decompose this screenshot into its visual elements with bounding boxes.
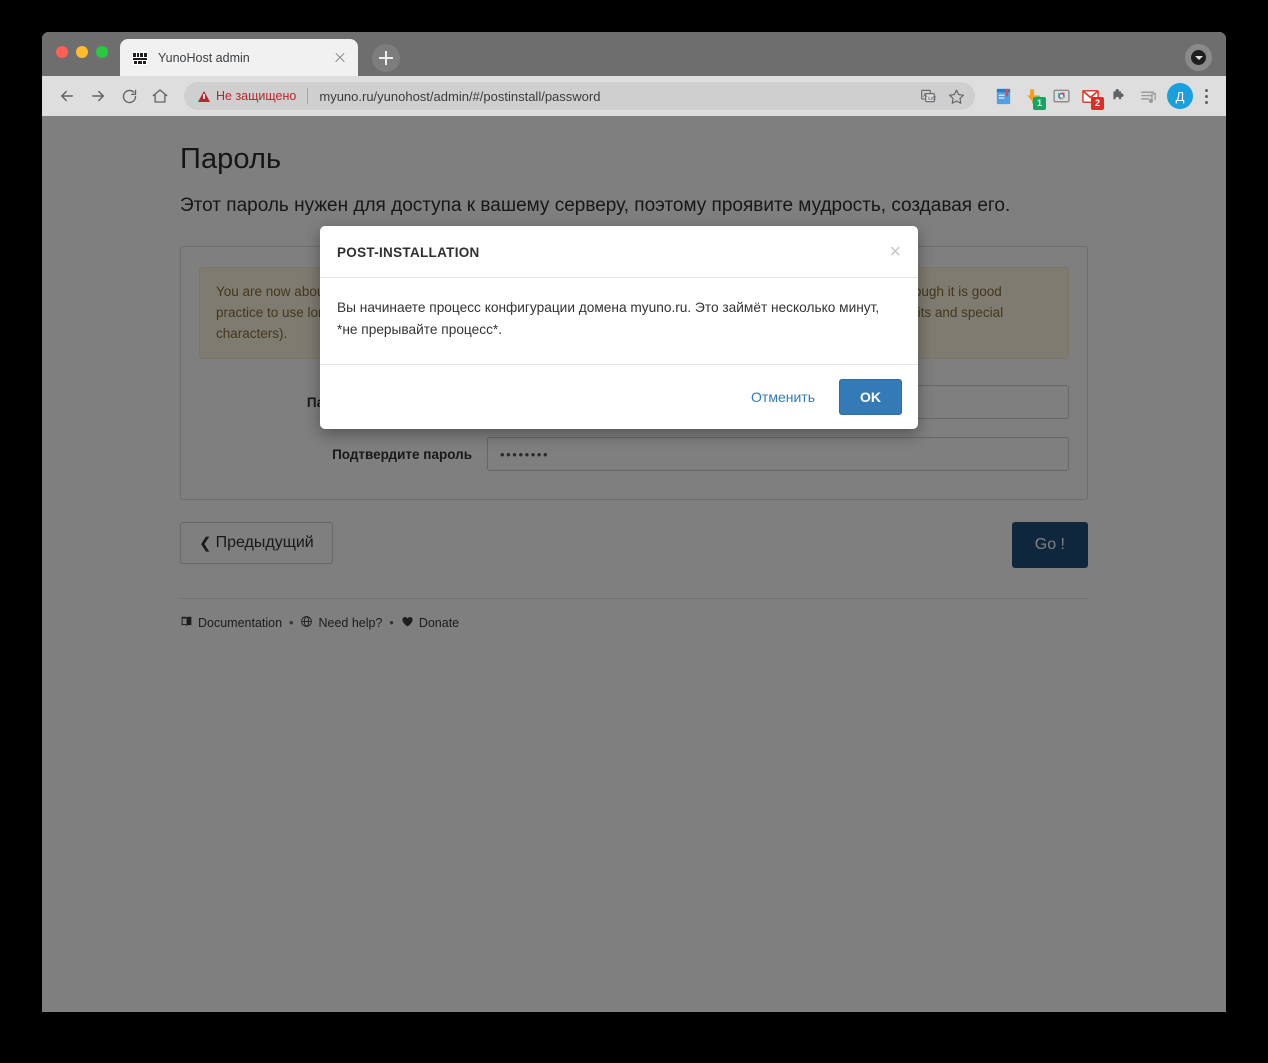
- close-window-button[interactable]: [56, 46, 68, 58]
- not-secure-badge[interactable]: Не защищено: [198, 89, 296, 103]
- home-button[interactable]: [145, 81, 175, 111]
- maximize-window-button[interactable]: [96, 46, 108, 58]
- new-tab-button[interactable]: [372, 44, 400, 72]
- download-count-badge: 1: [1033, 97, 1046, 110]
- playlist-extension-icon[interactable]: [1135, 83, 1161, 109]
- chrome-remote-desktop-extension-icon[interactable]: [1048, 83, 1074, 109]
- tab-close-icon[interactable]: [332, 50, 348, 66]
- yunohost-logo-favicon: [132, 50, 148, 65]
- reload-button[interactable]: [114, 81, 144, 111]
- modal-title: POST-INSTALLATION: [337, 244, 480, 260]
- bookmark-star-icon[interactable]: [943, 83, 969, 109]
- omnibox-actions: A \u6587: [915, 83, 969, 109]
- modal-cancel-button[interactable]: Отменить: [741, 381, 825, 413]
- browser-tab[interactable]: YunoHost admin: [120, 39, 358, 76]
- gmail-extension-icon[interactable]: 2: [1077, 83, 1104, 110]
- modal-header: POST-INSTALLATION ×: [320, 226, 918, 278]
- translate-icon[interactable]: A \u6587: [915, 83, 941, 109]
- extension-icons: 1 2: [990, 83, 1161, 110]
- page-viewport: Пароль Этот пароль нужен для доступа к в…: [42, 116, 1226, 1012]
- browser-window: YunoHost admin Не защищено myuno.ru/yuno…: [42, 32, 1226, 1012]
- tab-search-chevron-icon[interactable]: [1185, 44, 1212, 71]
- minimize-window-button[interactable]: [76, 46, 88, 58]
- omnibox-divider: [307, 88, 309, 104]
- address-bar[interactable]: Не защищено myuno.ru/yunohost/admin/#/po…: [184, 82, 975, 110]
- profile-avatar[interactable]: Д: [1167, 83, 1193, 109]
- puzzle-extensions-icon[interactable]: [1106, 83, 1132, 109]
- chrome-menu-icon[interactable]: [1194, 83, 1218, 109]
- svg-text:A: A: [923, 93, 927, 99]
- security-status-label: Не защищено: [216, 89, 297, 103]
- window-traffic-lights: [56, 46, 108, 58]
- dictionary-extension-icon[interactable]: [990, 83, 1016, 109]
- warning-triangle-icon: [198, 90, 210, 102]
- svg-text:\u6587: \u6587: [928, 96, 936, 102]
- modal-footer: Отменить OK: [320, 365, 918, 429]
- url-text[interactable]: myuno.ru/yunohost/admin/#/postinstall/pa…: [319, 89, 909, 104]
- postinstall-modal: POST-INSTALLATION × Вы начинаете процесс…: [320, 226, 918, 430]
- modal-body: Вы начинаете процесс конфигурации домена…: [320, 278, 918, 366]
- modal-ok-button[interactable]: OK: [839, 379, 902, 416]
- forward-button[interactable]: [83, 81, 113, 111]
- back-button[interactable]: [52, 81, 82, 111]
- download-manager-extension-icon[interactable]: 1: [1019, 83, 1046, 110]
- gmail-unread-badge: 2: [1091, 97, 1104, 110]
- browser-toolbar: Не защищено myuno.ru/yunohost/admin/#/po…: [42, 76, 1226, 116]
- modal-close-icon[interactable]: ×: [889, 242, 901, 262]
- browser-tab-strip: YunoHost admin: [42, 32, 1226, 76]
- browser-tab-title: YunoHost admin: [158, 50, 250, 65]
